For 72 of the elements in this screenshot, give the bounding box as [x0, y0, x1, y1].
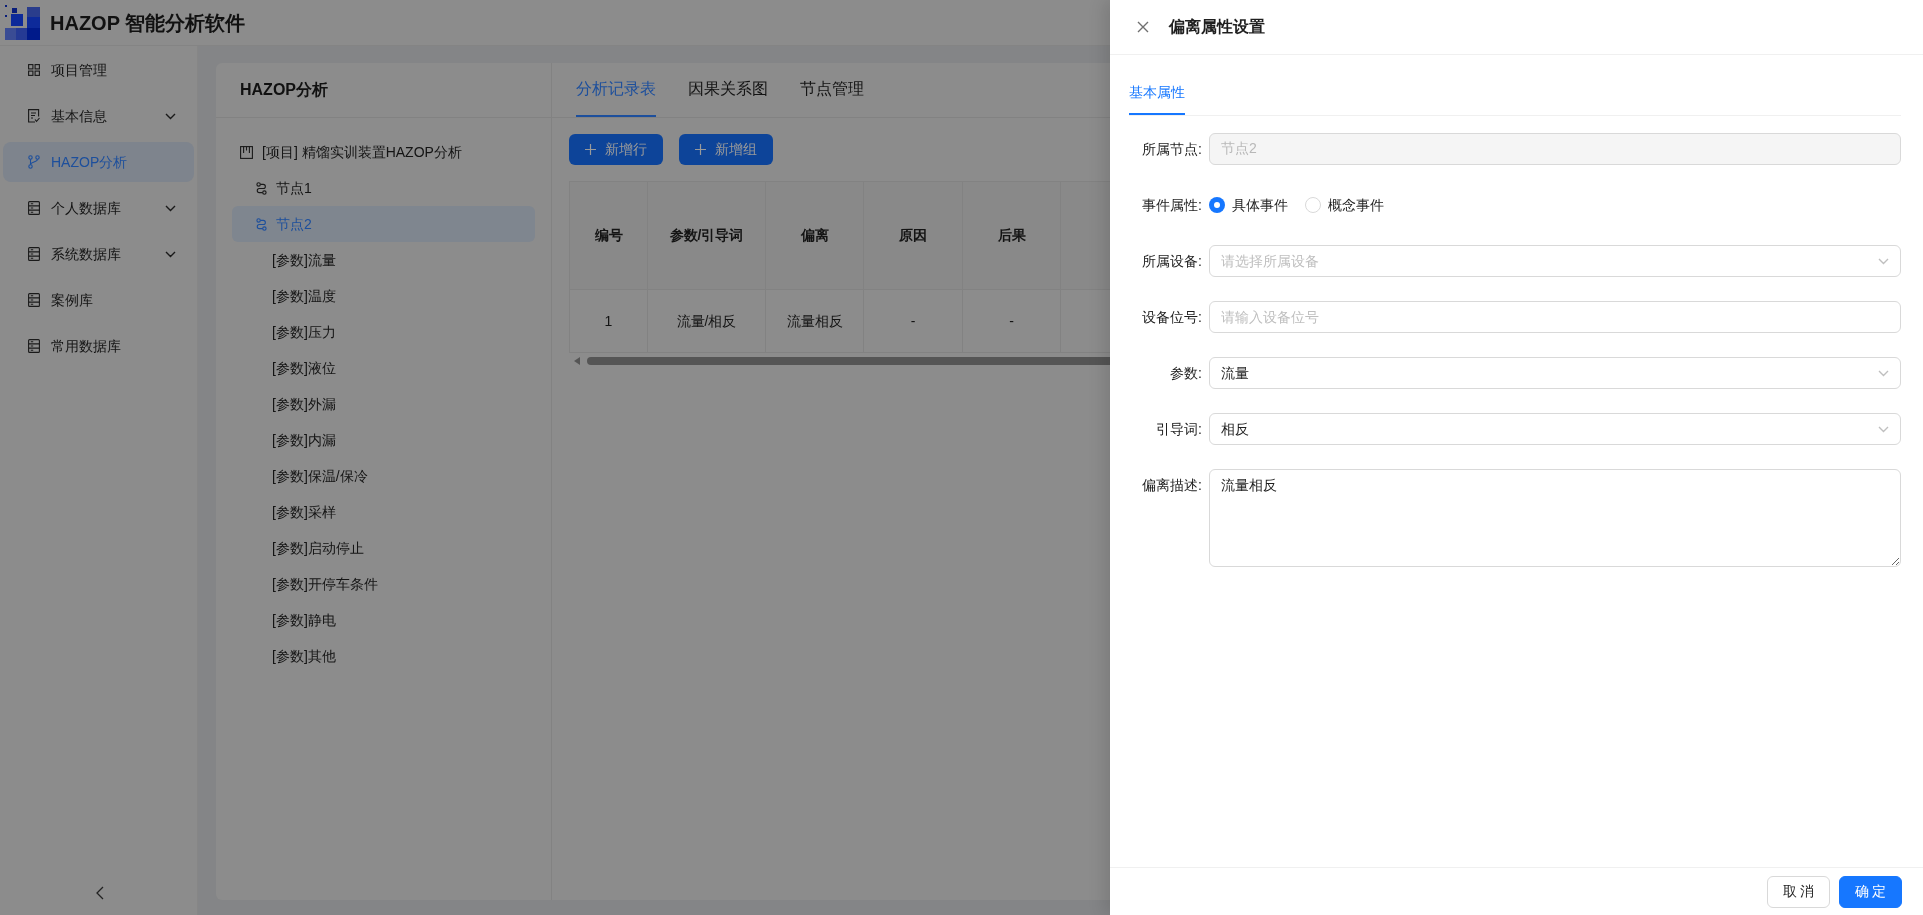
chevron-down-icon	[1878, 257, 1889, 265]
app-title: HAZOP 智能分析软件	[50, 10, 246, 36]
field-label: 所属节点:	[1141, 140, 1203, 159]
tree-item[interactable]: [参数]压力	[232, 314, 535, 350]
text-area[interactable]: 流量相反	[1209, 469, 1901, 567]
tab[interactable]: 因果关系图	[688, 63, 768, 117]
column-header: 编号	[569, 181, 648, 290]
drawer-title: 偏离属性设置	[1169, 17, 1265, 37]
tab[interactable]: 节点管理	[800, 63, 864, 117]
add-button[interactable]: 新增组	[679, 134, 773, 165]
column-header: 偏离	[765, 181, 864, 290]
route-icon	[256, 181, 267, 195]
tree-item[interactable]: [参数]外漏	[232, 386, 535, 422]
server-icon	[28, 293, 40, 307]
chevron-down-icon	[1878, 425, 1889, 433]
select-field[interactable]: 流量	[1209, 357, 1901, 389]
add-button[interactable]: 新增行	[569, 134, 663, 165]
table-cell: -	[962, 289, 1061, 353]
sidebar-item[interactable]: 个人数据库	[3, 188, 194, 228]
grid-icon	[28, 64, 40, 76]
sidebar-item[interactable]: 案例库	[3, 280, 194, 320]
tree-item[interactable]: [参数]开停车条件	[232, 566, 535, 602]
radio-option[interactable]: 概念事件	[1305, 194, 1384, 216]
sidebar-item[interactable]: 项目管理	[3, 50, 194, 90]
tree-item[interactable]: [参数]保温/保冷	[232, 458, 535, 494]
tree-item[interactable]: [参数]采样	[232, 494, 535, 530]
panel-title: HAZOP分析	[240, 80, 328, 100]
field-label: 设备位号:	[1141, 308, 1203, 327]
scrollbar-thumb[interactable]	[587, 357, 1110, 365]
chevron-left-icon[interactable]	[95, 886, 104, 900]
sidebar-item[interactable]: 基本信息	[3, 96, 194, 136]
plus-icon	[695, 144, 706, 155]
chevron-down-icon	[1878, 369, 1889, 377]
field-label: 偏离描述:	[1141, 476, 1203, 495]
table-cell: -	[863, 289, 963, 353]
column-header: 原因	[863, 181, 963, 290]
table-cell: 流量/相反	[647, 289, 766, 353]
tree-item[interactable]: [参数]流量	[232, 242, 535, 278]
field-label: 引导词:	[1155, 420, 1203, 439]
radio-option[interactable]: 具体事件	[1209, 194, 1288, 216]
column-header: 后果	[962, 181, 1061, 290]
sidebar-item[interactable]: 系统数据库	[3, 234, 194, 274]
tree-item[interactable]: [参数]内漏	[232, 422, 535, 458]
branch-icon	[28, 155, 40, 169]
confirm-button[interactable]: 确 定	[1839, 875, 1902, 908]
table-cell: 流量相反	[765, 289, 864, 353]
board-icon	[240, 145, 253, 159]
tree-item[interactable]: [参数]其他	[232, 638, 535, 674]
tree-item[interactable]: [参数]静电	[232, 602, 535, 638]
tab[interactable]: 基本属性	[1129, 71, 1185, 115]
server-icon	[28, 339, 40, 353]
field-label: 所属设备:	[1141, 252, 1203, 271]
plus-icon	[585, 144, 596, 155]
logo-icon	[5, 5, 40, 40]
tree-item[interactable]: [参数]温度	[232, 278, 535, 314]
cancel-button[interactable]: 取 消	[1767, 875, 1830, 908]
field-label: 事件属性:	[1141, 196, 1203, 215]
server-icon	[28, 201, 40, 215]
column-header: 参数/引导词	[647, 181, 766, 290]
document-icon	[28, 109, 40, 123]
close-icon[interactable]	[1137, 21, 1149, 33]
text-field[interactable]: 请输入设备位号	[1209, 301, 1901, 333]
server-icon	[28, 247, 40, 261]
tree-item[interactable]: [参数]液位	[232, 350, 535, 386]
sidebar-item[interactable]: 常用数据库	[3, 326, 194, 366]
route-icon	[256, 217, 267, 231]
select-field[interactable]: 相反	[1209, 413, 1901, 445]
tree-item[interactable]: [参数]启动停止	[232, 530, 535, 566]
tree-item[interactable]: 节点1	[232, 170, 535, 206]
field-label: 参数:	[1169, 364, 1203, 383]
tree-item[interactable]: [项目] 精馏实训装置HAZOP分析	[232, 134, 535, 170]
table-cell: 1	[569, 289, 648, 353]
